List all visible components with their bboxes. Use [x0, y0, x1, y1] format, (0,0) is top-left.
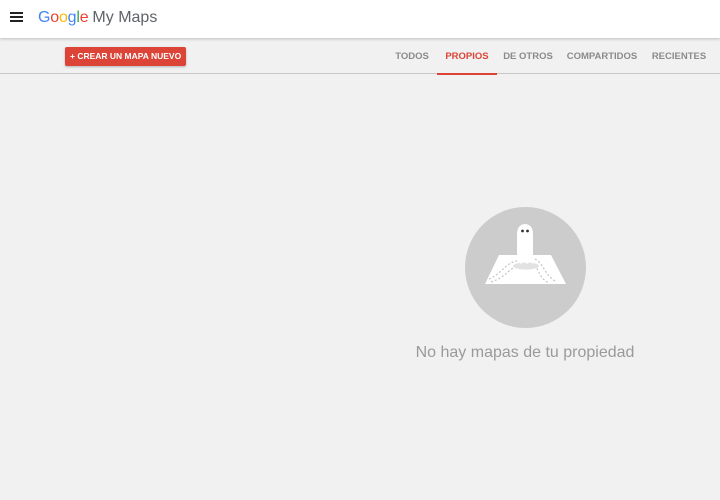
- hamburger-menu-icon[interactable]: [10, 12, 24, 24]
- tab-recientes[interactable]: RECIENTES: [646, 38, 712, 74]
- google-logo-letter: o: [50, 9, 59, 26]
- top-app-bar: Google My Maps: [0, 0, 720, 38]
- tab-todos[interactable]: TODOS: [390, 38, 434, 74]
- ghost-on-map-icon: [465, 207, 586, 328]
- app-name: My Maps: [92, 9, 158, 26]
- google-logo-letter: G: [38, 9, 51, 26]
- filter-tabs: TODOS PROPIOS DE OTROS COMPARTIDOS RECIE…: [0, 38, 720, 75]
- empty-state-message: No hay mapas de tu propiedad: [415, 344, 635, 361]
- tab-de-otros[interactable]: DE OTROS: [500, 38, 556, 74]
- tab-compartidos[interactable]: COMPARTIDOS: [562, 38, 642, 74]
- google-logo-letter: e: [79, 9, 89, 26]
- google-logo: Google: [38, 9, 89, 26]
- maps-toolbar: + CREAR UN MAPA NUEVO TODOS PROPIOS DE O…: [0, 38, 720, 75]
- app-brand[interactable]: Google My Maps: [38, 8, 157, 28]
- google-logo-letter: o: [58, 9, 68, 26]
- tab-propios[interactable]: PROPIOS: [437, 38, 497, 75]
